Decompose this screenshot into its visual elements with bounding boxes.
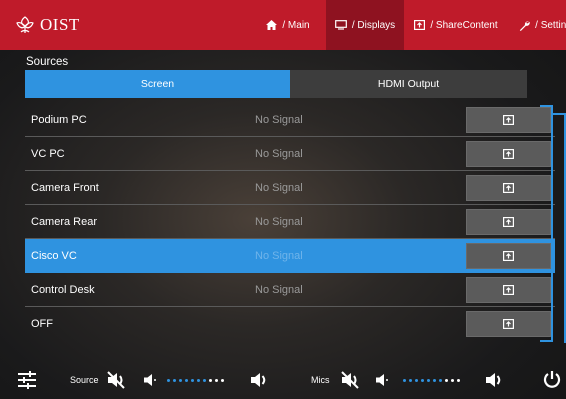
source-name: Control Desk [31,283,95,296]
source-name: VC PC [31,147,65,160]
mixer-sliders-icon[interactable] [17,370,37,390]
nav-displays[interactable]: / Displays [326,0,404,50]
share-content-icon [414,20,426,30]
source-name: OFF [31,318,53,330]
signal-status: No Signal [255,181,303,194]
source-name: Camera Front [31,181,99,194]
list-item-vc-pc[interactable]: VC PC No Signal [25,137,555,171]
sources-title: Sources [26,56,69,68]
signal-status: No Signal [255,283,303,296]
source-name: Cisco VC [31,249,77,262]
preview-button[interactable] [466,311,551,337]
preview-button[interactable] [466,141,551,167]
nav-displays-label: / Displays [351,19,396,31]
wrench-icon [519,20,530,31]
main-nav: / Main / Displays / ShareContent / Setti… [250,0,566,50]
preview-button[interactable] [466,243,551,269]
list-item-off[interactable]: OFF [25,307,555,341]
source-name: Camera Rear [31,215,98,228]
header-bar: OIST / Main / Displays / ShareContent / … [0,0,566,50]
share-screen-icon [503,115,514,125]
oist-emblem-icon [16,16,34,33]
nav-main[interactable]: / Main [250,0,326,50]
source-volume-slider[interactable] [167,379,224,382]
list-bracket-upper [551,105,553,250]
mics-volume-slider[interactable] [403,379,460,382]
signal-status: No Signal [255,147,303,160]
list-item-control-desk[interactable]: Control Desk No Signal [25,273,555,307]
source-tabs: Screen HDMI Output [25,70,527,98]
list-bracket-lower [551,244,553,342]
mics-mute-icon[interactable] [340,371,360,389]
power-icon[interactable] [543,370,561,389]
oist-logo: OIST [14,14,244,36]
share-screen-icon [503,285,514,295]
brand-name: OIST [40,15,80,34]
nav-share-content-label: / ShareContent [430,19,498,31]
share-screen-icon [503,149,514,159]
signal-status: No Signal [255,215,303,228]
source-mute-icon[interactable] [106,371,126,389]
preview-button[interactable] [466,175,551,201]
source-volume-up-icon[interactable] [250,371,269,389]
nav-share-content[interactable]: / ShareContent [404,0,508,50]
list-bracket-bottom [540,340,553,342]
nav-settings-label: / Settings [535,19,566,31]
preview-button[interactable] [466,277,551,303]
share-screen-icon [503,251,514,261]
list-item-camera-front[interactable]: Camera Front No Signal [25,171,555,205]
nav-settings[interactable]: / Settings [508,0,566,50]
preview-button[interactable] [466,107,551,133]
mics-volume-up-icon[interactable] [485,371,504,389]
list-item-camera-rear[interactable]: Camera Rear No Signal [25,205,555,239]
source-volume-down-icon[interactable] [143,373,157,387]
display-icon [334,20,347,30]
signal-status: No Signal [255,249,303,262]
share-screen-icon [503,319,514,329]
signal-status: No Signal [255,113,303,126]
list-item-cisco-vc[interactable]: Cisco VC No Signal [25,239,555,273]
preview-button[interactable] [466,209,551,235]
source-volume-label: Source [70,375,99,385]
share-screen-icon [503,217,514,227]
home-icon [266,20,278,30]
audio-control-bar: Source Mics [0,362,566,399]
mics-volume-label: Mics [311,375,330,385]
list-item-podium-pc[interactable]: Podium PC No Signal [25,103,555,137]
tab-hdmi-output[interactable]: HDMI Output [290,70,527,98]
share-screen-icon [503,183,514,193]
mics-volume-down-icon[interactable] [375,373,389,387]
tab-screen[interactable]: Screen [25,70,290,98]
nav-main-label: / Main [282,19,310,31]
source-name: Podium PC [31,113,87,126]
source-list: Podium PC No Signal VC PC No Signal Came… [25,103,555,341]
